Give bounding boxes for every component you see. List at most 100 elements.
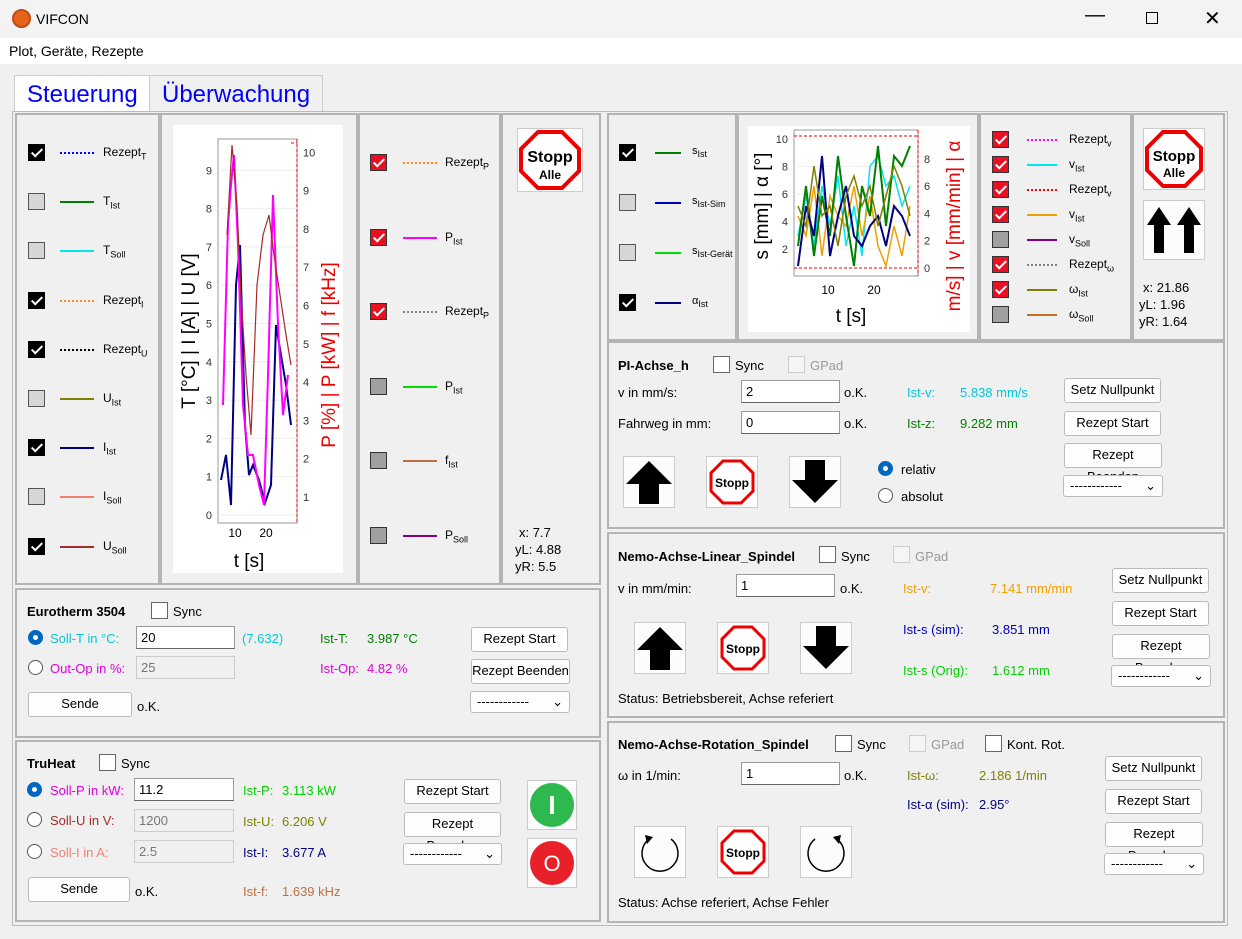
left-legend-checkbox-3[interactable] (28, 291, 45, 309)
x-axis-label: t [s] (836, 306, 867, 327)
right-legend-right-checkbox-1[interactable] (992, 156, 1009, 173)
eurotherm-recipe-dropdown[interactable]: ------------ ⌄ (470, 691, 570, 713)
chevron-down-icon: ⌄ (552, 694, 563, 709)
left-legend-checkbox-0[interactable] (28, 144, 45, 161)
rotate-cw-button[interactable] (800, 826, 852, 878)
nemo-linear-rezept-end-button[interactable]: Rezept Beenden (1112, 634, 1210, 675)
nemo-linear-rezept-start-button[interactable]: Rezept Start (1112, 601, 1209, 626)
right-legend-checkbox-1[interactable] (619, 194, 636, 211)
eurotherm-sync-checkbox[interactable] (151, 602, 168, 619)
left-legend-checkbox-8[interactable] (28, 537, 45, 555)
double-up-button[interactable] (1143, 200, 1205, 260)
left-legend-right-checkbox-0[interactable] (370, 154, 387, 171)
left-chart[interactable]: 0 1 2 3 4 5 6 7 8 9 1 2 3 4 5 6 7 8 9 10 10 20 t [s] T [°C] | I… (173, 125, 343, 573)
pi-gpad-checkbox[interactable] (788, 356, 805, 373)
left-legend-checkbox-1[interactable] (28, 193, 45, 211)
left-legend-right-checkbox-3[interactable] (370, 377, 387, 395)
eurotherm-rezept-start-button[interactable]: Rezept Start (471, 627, 568, 652)
nemo-linear-sync-checkbox[interactable] (819, 546, 836, 563)
nemo-rotation-rezept-end-button[interactable]: Rezept Beenden (1105, 822, 1203, 863)
pi-nullpunkt-button[interactable]: Setz Nullpunkt (1064, 378, 1161, 403)
right-legend-right-checkbox-3[interactable] (992, 206, 1009, 223)
pi-rezept-start-button[interactable]: Rezept Start (1064, 411, 1161, 436)
tab-steuerung[interactable]: Steuerung (14, 75, 151, 111)
pi-stop-button[interactable]: Stopp (706, 456, 758, 508)
nemo-linear-nullpunkt-button[interactable]: Setz Nullpunkt (1112, 568, 1209, 593)
left-legend-checkbox-5[interactable] (28, 390, 45, 407)
soll-t-radio[interactable] (28, 630, 43, 645)
nemo-rotation-istw-value: 2.186 1/min (979, 768, 1047, 783)
truheat-sync-checkbox[interactable] (99, 754, 116, 771)
eurotherm-rezept-end-button[interactable]: Rezept Beenden (471, 659, 570, 684)
soll-i-input[interactable]: 2.5 (134, 840, 234, 863)
soll-p-radio[interactable] (27, 782, 42, 797)
nemo-linear-recipe-dropdown[interactable]: ------------ ⌄ (1111, 665, 1211, 687)
pi-recipe-dropdown[interactable]: ------------ ⌄ (1063, 475, 1163, 497)
nemo-linear-up-button[interactable] (634, 622, 686, 674)
soll-t-input[interactable]: 20 (136, 626, 235, 649)
right-legend-right-checkbox-6[interactable] (992, 281, 1009, 298)
right-legend-right-checkbox-2[interactable] (992, 181, 1009, 198)
nemo-rotation-nullpunkt-button[interactable]: Setz Nullpunkt (1105, 756, 1202, 781)
nemo-linear-v-input[interactable]: 1 (736, 574, 835, 597)
kont-rot-checkbox[interactable] (985, 735, 1002, 752)
nemo-rotation-stop-button[interactable]: Stopp (717, 826, 769, 878)
left-legend-right-line-1 (403, 236, 437, 239)
truheat-rezept-end-button[interactable]: Rezept Beenden (404, 812, 501, 853)
truheat-send-button[interactable]: Sende (28, 877, 130, 902)
truheat-title: TruHeat (27, 756, 76, 771)
nemo-linear-gpad-checkbox[interactable] (893, 546, 910, 563)
soll-i-radio[interactable] (27, 844, 42, 859)
left-legend-checkbox-7[interactable] (28, 488, 45, 506)
right-legend-checkbox-2[interactable] (619, 244, 636, 261)
soll-u-radio[interactable] (27, 812, 42, 827)
right-legend-right-checkbox-4[interactable] (992, 231, 1009, 248)
stop-sign-icon: StoppAlle (1145, 130, 1203, 188)
nemo-rotation-w-input[interactable]: 1 (741, 762, 840, 785)
close-icon[interactable]: ✕ (1204, 6, 1221, 31)
menu-plot-geraete-rezepte[interactable]: Plot, Geräte, Rezepte (9, 43, 144, 59)
power-off-button[interactable]: O (527, 838, 577, 888)
left-legend-right-checkbox-4[interactable] (370, 452, 387, 469)
nemo-rotation-recipe-dropdown[interactable]: ------------ ⌄ (1104, 853, 1204, 875)
left-legend-right-checkbox-2[interactable] (370, 303, 387, 320)
nemo-rotation-rezept-start-button[interactable]: Rezept Start (1105, 789, 1202, 814)
pi-fahrweg-input[interactable]: 0 (741, 411, 840, 434)
pi-sync-checkbox[interactable] (713, 356, 730, 373)
right-legend-right-checkbox-5[interactable] (992, 256, 1009, 273)
pi-up-button[interactable] (623, 456, 675, 508)
maximize-icon[interactable] (1146, 12, 1158, 24)
nemo-rotation-gpad-checkbox[interactable] (909, 735, 926, 752)
right-chart[interactable]: 2 4 6 8 10 0 2 4 6 8 10 20t [s] s [mm] | α [°] m/s] |… (748, 126, 970, 332)
left-legend-right-checkbox-1[interactable] (370, 228, 387, 246)
soll-p-input[interactable]: 11.2 (134, 778, 234, 801)
minimize-icon[interactable]: — (1085, 4, 1105, 27)
truheat-recipe-dropdown[interactable]: ------------ ⌄ (403, 843, 502, 865)
left-legend-checkbox-4[interactable] (28, 340, 45, 358)
right-legend-checkbox-0[interactable] (619, 144, 636, 161)
truheat-rezept-start-button[interactable]: Rezept Start (404, 779, 501, 804)
right-legend-right-checkbox-7[interactable] (992, 306, 1009, 323)
nemo-rotation-sync-checkbox[interactable] (835, 735, 852, 752)
right-legend-checkbox-3[interactable] (619, 294, 636, 311)
left-legend-checkbox-6[interactable] (28, 439, 45, 457)
nemo-linear-down-button[interactable] (800, 622, 852, 674)
stop-all-button[interactable]: Stopp Alle (517, 128, 583, 192)
relativ-radio[interactable] (878, 461, 893, 476)
left-legend-checkbox-2[interactable] (28, 242, 45, 260)
right-legend-right-checkbox-0[interactable] (992, 131, 1009, 148)
nemo-linear-stop-button[interactable]: Stopp (717, 622, 769, 674)
pi-down-button[interactable] (789, 456, 841, 508)
rotate-ccw-button[interactable] (634, 826, 686, 878)
pi-rezept-end-button[interactable]: Rezept Beenden (1064, 443, 1162, 484)
stop-all-button-2[interactable]: Stopp Alle (1143, 128, 1205, 190)
out-op-input[interactable]: 25 (136, 656, 235, 679)
absolut-radio[interactable] (878, 488, 893, 503)
soll-u-input[interactable]: 1200 (134, 809, 234, 832)
pi-v-input[interactable]: 2 (741, 380, 840, 403)
out-op-radio[interactable] (28, 660, 43, 675)
eurotherm-send-button[interactable]: Sende (28, 692, 132, 717)
tab-ueberwachung[interactable]: Überwachung (149, 75, 324, 111)
left-legend-right-checkbox-5[interactable] (370, 526, 387, 544)
power-on-button[interactable]: I (527, 780, 577, 830)
